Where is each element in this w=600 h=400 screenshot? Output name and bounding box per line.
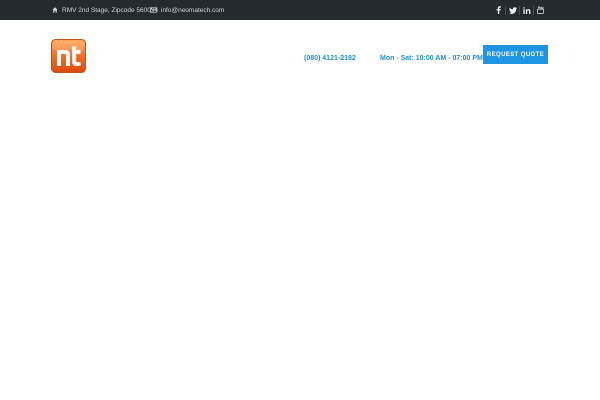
social-links — [492, 0, 547, 20]
facebook-icon[interactable] — [492, 0, 505, 20]
phone-number[interactable]: (080) 4121-2182 — [304, 55, 356, 62]
address-text: RMV 2nd Stage, Zipcode 560094 — [62, 6, 159, 14]
twitter-icon[interactable] — [506, 0, 519, 20]
email-link[interactable]: info@neomatech.com — [161, 7, 224, 14]
business-hours: Mon - Sat: 10:00 AM - 07:00 PM — [380, 55, 483, 62]
company-logo[interactable] — [51, 39, 86, 73]
envelope-icon — [150, 7, 157, 13]
site-header: (080) 4121-2182 Mon - Sat: 10:00 AM - 07… — [0, 20, 600, 80]
youtube-icon[interactable] — [534, 0, 547, 20]
request-quote-button[interactable]: REQUEST QUOTE — [483, 45, 548, 64]
home-icon — [52, 7, 58, 13]
top-bar: RMV 2nd Stage, Zipcode 560094 info@neoma… — [0, 0, 600, 20]
email-info[interactable]: info@neomatech.com — [150, 0, 224, 20]
address-info: RMV 2nd Stage, Zipcode 560094 — [52, 0, 158, 20]
linkedin-icon[interactable] — [520, 0, 533, 20]
